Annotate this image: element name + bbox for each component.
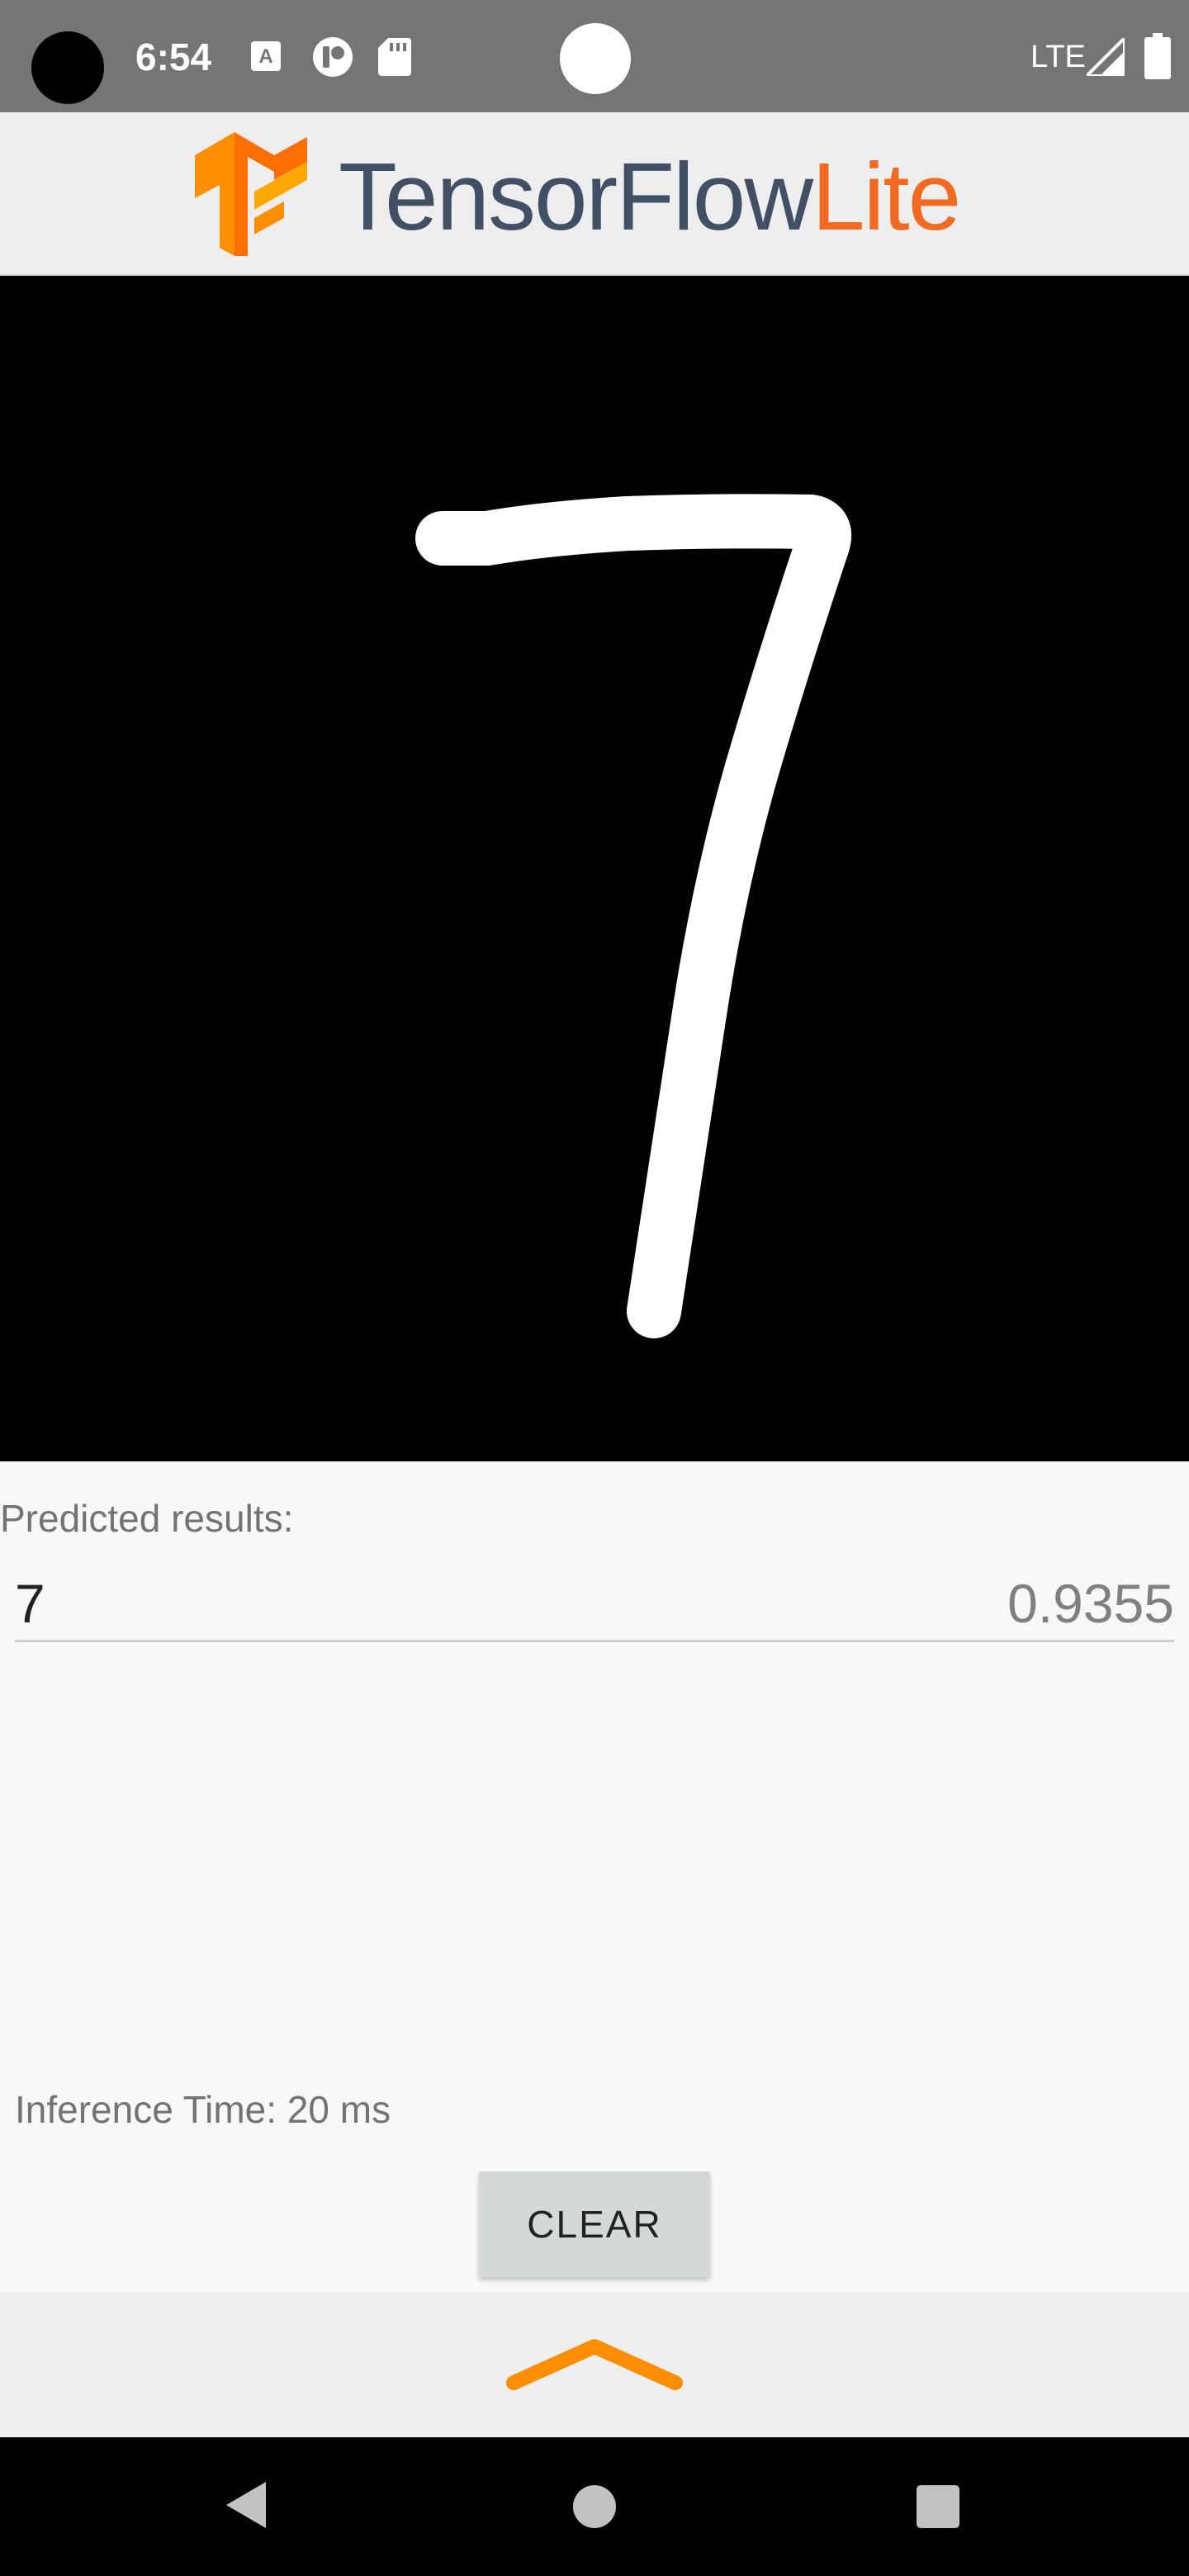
svg-text:A: A: [258, 45, 272, 68]
status-bar: 6:54 A LTE: [0, 0, 1189, 112]
prediction-score: 0.9355: [1007, 1573, 1174, 1634]
app-header: TensorFlowLite: [0, 112, 1189, 276]
a-notification-icon: A: [251, 41, 281, 75]
tensorflow-lite-wordmark: TensorFlowLite: [339, 149, 961, 244]
brand-word-tensorflow: TensorFlow: [339, 143, 813, 250]
network-type: LTE: [1030, 40, 1086, 74]
handwritten-seven-stroke: [415, 494, 852, 1338]
cast-notification-icon: [312, 36, 353, 82]
brand-word-lite: Lite: [812, 143, 961, 250]
navigation-bar: [0, 2437, 1189, 2576]
sd-card-icon: [378, 38, 411, 80]
recents-icon[interactable]: [917, 2485, 959, 2528]
record-dot-icon: [560, 23, 631, 94]
chevron-up-icon[interactable]: [505, 2335, 684, 2398]
predicted-results-label: Predicted results:: [0, 1497, 294, 1540]
predicted-digit: 7: [15, 1573, 45, 1634]
drawing-canvas[interactable]: [0, 276, 1189, 1461]
tensorflow-logo-icon: [195, 132, 307, 260]
status-time: 6:54: [135, 36, 212, 78]
camera-cutout-icon: [31, 31, 104, 104]
clear-button[interactable]: CLEAR: [479, 2171, 710, 2277]
signal-icon: [1082, 34, 1126, 80]
result-row: 7 0.9355: [15, 1567, 1174, 1642]
inference-time-text: Inference Time: 20 ms: [15, 2088, 391, 2131]
battery-icon: [1144, 33, 1171, 83]
back-icon[interactable]: [223, 2480, 269, 2534]
home-icon[interactable]: [573, 2485, 616, 2528]
bottom-sheet-handle[interactable]: [0, 2292, 1189, 2437]
